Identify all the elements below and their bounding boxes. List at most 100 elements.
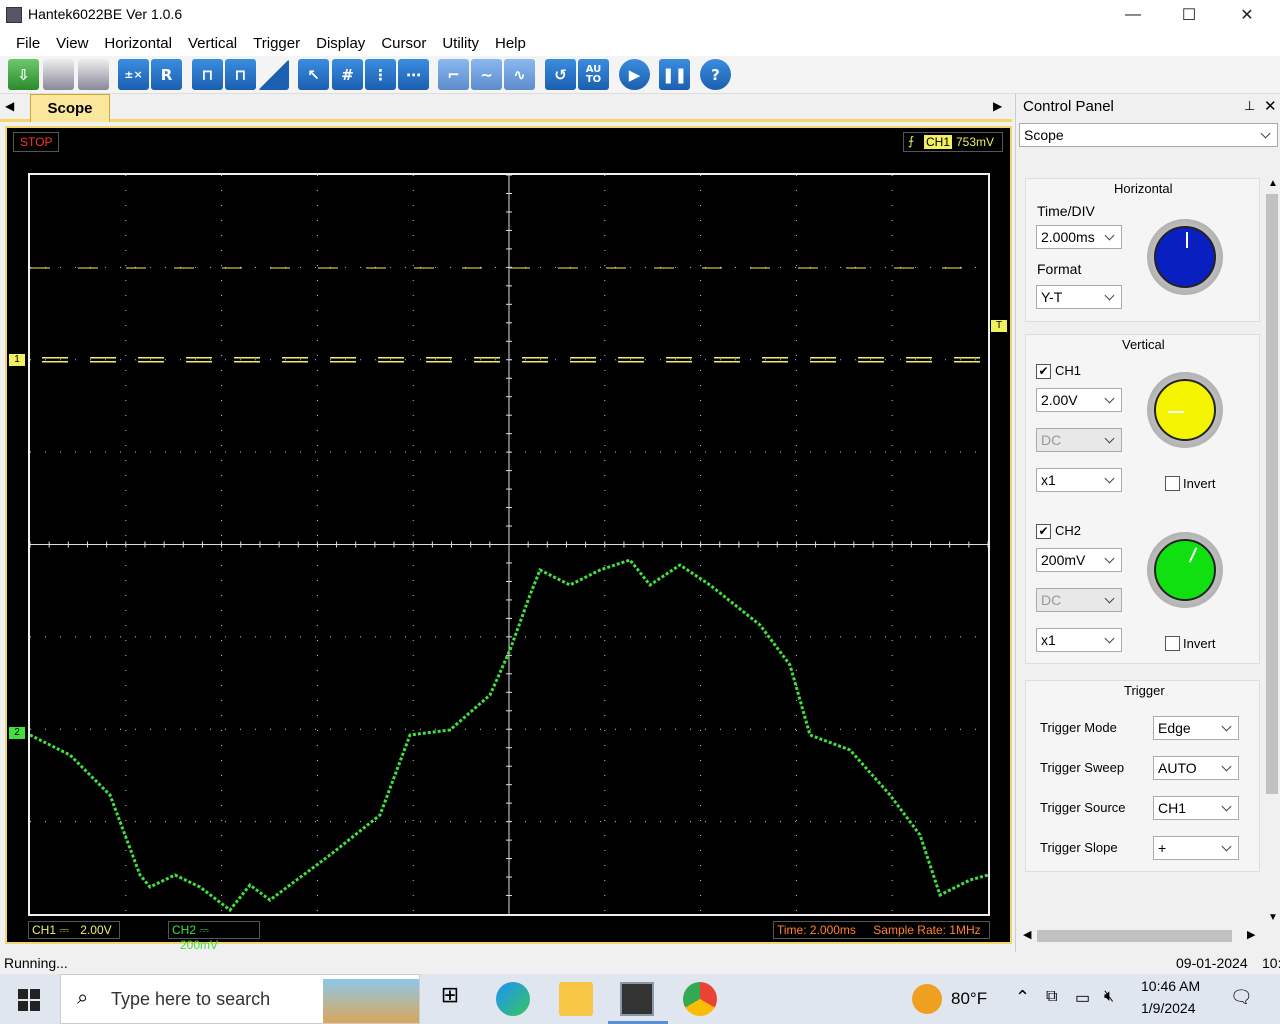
panel-close-icon[interactable]: ✕ (1264, 97, 1277, 115)
menu-bar: File View Horizontal Vertical Trigger Di… (0, 30, 1280, 56)
math-icon[interactable] (258, 59, 289, 90)
menu-horizontal[interactable]: Horizontal (96, 35, 180, 52)
minimize-button[interactable]: — (1104, 0, 1162, 30)
step-icon[interactable]: ⌐ (438, 59, 469, 90)
scroll-right-icon[interactable]: ▶ (1247, 928, 1255, 941)
help-icon[interactable]: ? (700, 59, 731, 90)
reference-icon[interactable]: R (151, 59, 182, 90)
ch1-enable-checkbox[interactable]: ✔ (1036, 364, 1051, 379)
ch2-enable-checkbox[interactable]: ✔ (1036, 524, 1051, 539)
status-extra: 10: (1262, 955, 1280, 971)
vertical-scrollbar[interactable]: ▲ ▼ (1264, 178, 1280, 926)
tab-scroll-right-icon[interactable]: ▶ (993, 99, 1002, 113)
menu-cursor[interactable]: Cursor (373, 35, 434, 52)
windows-start-icon[interactable] (18, 989, 40, 1011)
auto-icon[interactable]: AU TO (578, 59, 609, 90)
print-icon[interactable] (78, 59, 109, 90)
temperature[interactable]: 80°F (951, 989, 987, 1009)
wave-icon[interactable]: ∼ (471, 59, 502, 90)
cursor-icon[interactable]: ↖ (298, 59, 329, 90)
waveform-plot[interactable] (28, 173, 990, 916)
time-div-select[interactable]: 2.000ms (1036, 225, 1122, 249)
title-bar: Hantek6022BE Ver 1.0.6 — ☐ ✕ (0, 0, 1280, 30)
trigger-slope-label: Trigger Slope (1040, 840, 1118, 855)
clock-time[interactable]: 10:46 AM (1141, 978, 1200, 994)
scope-display: STOP ⨍ CH1 753mV 1 2 T CH1 ⎓ 2.00V CH2 ⎓… (5, 126, 1012, 952)
ch2-probe-select[interactable]: x1 (1036, 628, 1122, 652)
vertical-group: Vertical ✔ CH1 2.00V DC x1 Invert ✔ CH2 … (1025, 334, 1260, 664)
menu-display[interactable]: Display (308, 35, 373, 52)
ch1-icon[interactable]: ⊓ (192, 59, 223, 90)
waveform-canvas[interactable] (29, 174, 989, 914)
ch1-volts-knob[interactable] (1147, 372, 1223, 448)
scroll-down-icon[interactable]: ▼ (1268, 912, 1278, 923)
save-icon[interactable] (43, 59, 74, 90)
ch1-trace-segment (90, 357, 116, 359)
menu-help[interactable]: Help (487, 35, 534, 52)
hantek-app-icon[interactable] (620, 982, 654, 1016)
ch2-level-marker[interactable]: 2 (9, 727, 25, 739)
ch1-trace-segment (186, 361, 212, 363)
ch1-probe-select[interactable]: x1 (1036, 468, 1122, 492)
menu-trigger[interactable]: Trigger (245, 35, 308, 52)
ch1-trace-segment (906, 357, 932, 359)
grid-icon[interactable]: # (332, 59, 363, 90)
horizontal-scrollbar[interactable]: ◀ ▶ (1019, 928, 1263, 944)
ch1-level-marker[interactable]: 1 (9, 354, 25, 366)
ch1-trace-segment (954, 357, 980, 359)
ch1-trace-segment (618, 361, 644, 363)
format-select[interactable]: Y-T (1036, 285, 1122, 309)
close-button[interactable]: ✕ (1218, 0, 1276, 30)
tab-scope[interactable]: Scope (30, 94, 110, 122)
measure-icon[interactable]: ±× (118, 59, 149, 90)
menu-vertical[interactable]: Vertical (180, 35, 245, 52)
pause-icon[interactable]: ❚❚ (659, 59, 690, 90)
trigger-sweep-select[interactable]: AUTO (1153, 756, 1239, 780)
scroll-up-icon[interactable]: ▲ (1268, 178, 1278, 189)
scroll-thumb[interactable] (1266, 194, 1278, 794)
dash-icon[interactable]: ⋯ (398, 59, 429, 90)
menu-view[interactable]: View (48, 35, 96, 52)
maximize-button[interactable]: ☐ (1160, 0, 1218, 30)
trigger-mode-select[interactable]: Edge (1153, 716, 1239, 740)
file-explorer-icon[interactable] (559, 982, 593, 1016)
ch1-trace-segment (522, 357, 548, 359)
taskbar-search[interactable]: ⌕ Type here to search (60, 974, 420, 1024)
mode-select[interactable]: Scope (1019, 123, 1278, 147)
status-text: Running... (4, 955, 68, 971)
open-icon[interactable]: ⇩ (8, 59, 39, 90)
menu-utility[interactable]: Utility (434, 35, 487, 52)
hscroll-thumb[interactable] (1037, 930, 1232, 942)
menu-file[interactable]: File (8, 35, 48, 52)
control-panel: Control Panel ⊥ ✕ Scope ▲ ▼ ◀ ▶ Horizont… (1015, 94, 1280, 952)
ch2-icon[interactable]: ⊓ (225, 59, 256, 90)
task-view-icon[interactable]: ⊞ (433, 982, 467, 1016)
edge-icon[interactable] (496, 982, 530, 1016)
trigger-slope-select[interactable]: + (1153, 836, 1239, 860)
sine-icon[interactable]: ∿ (504, 59, 535, 90)
rotate-icon[interactable]: ↺ (545, 59, 576, 90)
pin-icon[interactable]: ⊥ (1244, 98, 1255, 114)
time-div-knob[interactable] (1147, 219, 1223, 295)
chrome-icon[interactable] (683, 982, 717, 1016)
tab-scroll-left-icon[interactable]: ◀ (5, 99, 14, 113)
split-icon[interactable]: ⋮ (365, 59, 396, 90)
network-icon[interactable]: ▭ (1075, 988, 1090, 1008)
trigger-level-marker[interactable]: T (991, 320, 1007, 332)
tray-chevron-icon[interactable]: ⌃ (1015, 987, 1030, 1008)
scroll-left-icon[interactable]: ◀ (1023, 928, 1031, 941)
notifications-icon[interactable]: 🗨︎ (1230, 987, 1253, 1008)
ch1-trace-segment (42, 357, 68, 359)
ch1-trace-segment (714, 361, 740, 363)
volume-muted-icon[interactable]: 🔇︎ (1104, 988, 1114, 1006)
trigger-source-select[interactable]: CH1 (1153, 796, 1239, 820)
tray-app-icon[interactable]: ⧉ (1046, 988, 1057, 1006)
ch1-volts-select[interactable]: 2.00V (1036, 388, 1122, 412)
ch1-invert-checkbox[interactable] (1165, 476, 1180, 491)
weather-icon[interactable] (912, 984, 942, 1014)
ch2-invert-checkbox[interactable] (1165, 636, 1180, 651)
ch2-volts-select[interactable]: 200mV (1036, 548, 1122, 572)
ch2-volts-knob[interactable] (1147, 532, 1223, 608)
clock-date[interactable]: 1/9/2024 (1141, 1000, 1196, 1016)
run-icon[interactable]: ▶ (619, 59, 650, 90)
